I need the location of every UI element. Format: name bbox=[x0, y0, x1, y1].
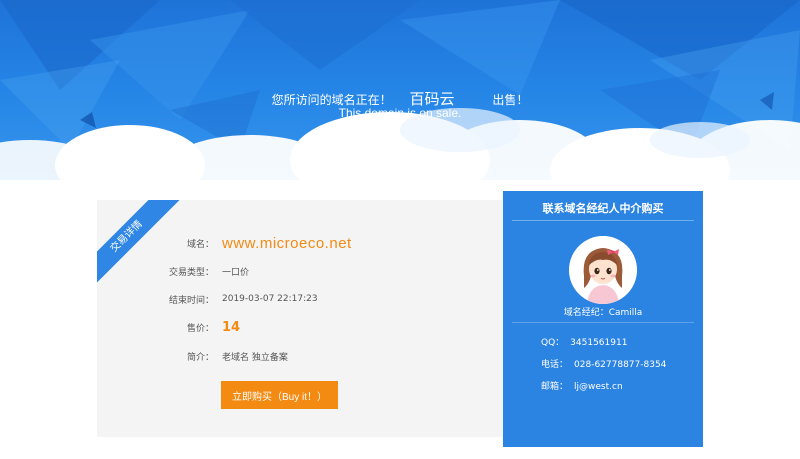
price-value: 14 bbox=[222, 319, 241, 335]
intro-value: 老域名 独立备案 bbox=[222, 352, 288, 363]
trade-type-value: 一口价 bbox=[222, 267, 250, 278]
domain-value: www.microeco.net bbox=[222, 234, 352, 252]
buy-now-button[interactable]: 立即购买（Buy it！） bbox=[221, 381, 338, 409]
phone-label: 电话： bbox=[541, 360, 569, 370]
broker-avatar bbox=[569, 236, 637, 304]
broker-qq: QQ： 3451561911 bbox=[541, 335, 627, 348]
sale-notice-prefix: 您所访问的域名正在！ bbox=[271, 93, 392, 107]
email-value[interactable]: lj@west.cn bbox=[574, 382, 623, 392]
qq-value[interactable]: 3451561911 bbox=[570, 338, 627, 348]
sale-notice-suffix: 出售！ bbox=[492, 93, 529, 107]
price-label: 售价： bbox=[186, 323, 214, 334]
qq-label: QQ： bbox=[541, 338, 565, 348]
trade-type-label: 交易类型： bbox=[168, 267, 214, 278]
intro-label: 简介： bbox=[186, 352, 214, 363]
phone-value[interactable]: 028-62778877-8354 bbox=[574, 360, 666, 370]
broker-agent-name: 域名经纪：Camilla bbox=[563, 308, 643, 318]
hero-banner: 您所访问的域名正在！ 百码云 出售！ This domain is on sal… bbox=[0, 0, 800, 200]
intro-row: 简介： 老域名 独立备案 bbox=[97, 345, 503, 367]
email-label: 邮箱： bbox=[541, 382, 569, 392]
transaction-detail-card: 交易详情 域名： www.microeco.net 交易类型： 一口价 结束时间… bbox=[97, 200, 503, 437]
broker-divider-secondary bbox=[512, 322, 694, 323]
end-time-row: 结束时间： 2019-03-07 22:17:23 bbox=[97, 288, 503, 310]
broker-email: 邮箱： lj@west.cn bbox=[541, 379, 623, 392]
broker-panel: 联系域名经纪人中介购买 域名经纪：Camilla QQ： 3451561911 … bbox=[503, 191, 703, 447]
trade-type-row: 交易类型： 一口价 bbox=[97, 260, 503, 282]
domain-row: 域名： www.microeco.net bbox=[97, 232, 503, 254]
price-row: 售价： 14 bbox=[97, 316, 503, 338]
sale-notice-english: This domain is on sale. bbox=[338, 106, 462, 120]
broker-divider bbox=[512, 220, 694, 221]
broker-phone: 电话： 028-62778877-8354 bbox=[541, 357, 666, 370]
cartoon-girl-avatar-icon bbox=[569, 236, 637, 304]
end-time-label: 结束时间： bbox=[168, 295, 214, 306]
end-time-value: 2019-03-07 22:17:23 bbox=[222, 294, 318, 304]
domain-label: 域名： bbox=[186, 239, 214, 250]
broker-panel-title: 联系域名经纪人中介购买 bbox=[542, 202, 664, 215]
